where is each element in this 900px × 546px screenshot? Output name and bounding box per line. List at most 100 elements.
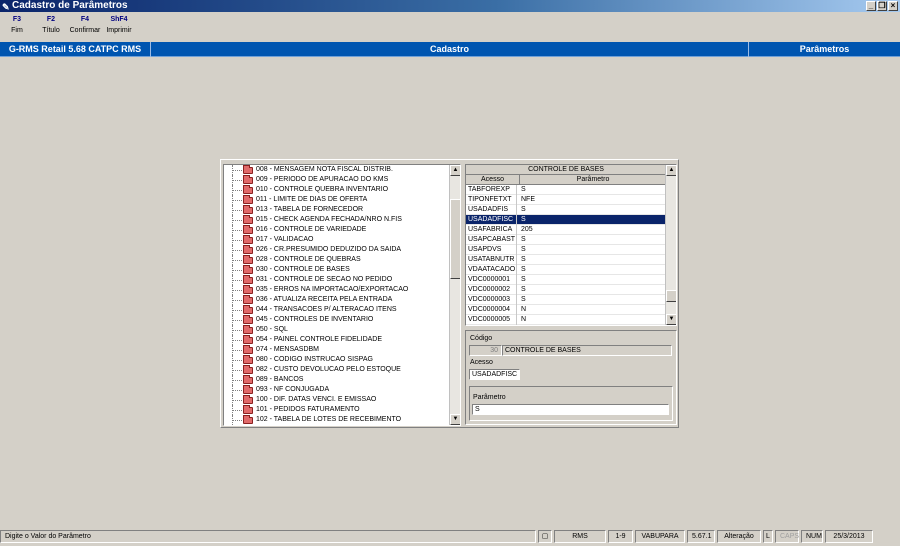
parametro-field[interactable]: S [472,404,669,415]
grid-row[interactable]: VDC0000001 S [466,275,666,285]
minimize-button[interactable]: _ [866,1,876,11]
tree-item[interactable]: 100 - DIF. DATAS VENCI. E EMISSAO [224,395,450,405]
tree-item[interactable]: 017 - VALIDACAO [224,235,450,245]
grid-cell-acesso: USAFABRICA [466,225,517,235]
grid-cell-parametro: NFE [521,196,535,203]
status-mode: Alteração [717,530,761,543]
tree-item-label: 031 - CONTROLE DE SECAO NO PEDIDO [256,276,393,283]
window-title: Cadastro de Parâmetros [12,0,128,11]
grid-row[interactable]: VDC0000005 N [466,315,666,325]
grid-scroll-up-button[interactable]: ▲ [666,165,676,176]
tree-item-label: 100 - DIF. DATAS VENCI. E EMISSAO [256,396,377,403]
tree-item-label: 030 - CONTROLE DE BASES [256,266,350,273]
grid-cell-parametro: N [521,316,527,323]
tree-item-label: 093 - NF CONJUGADA [256,386,330,393]
tree-item[interactable]: 080 - CODIGO INSTRUCAO SISPAG [224,355,450,365]
tree-item[interactable]: 011 - LIMITE DE DIAS DE OFERTA [224,195,450,205]
tree-item[interactable]: 093 - NF CONJUGADA [224,385,450,395]
grid-col-acesso[interactable]: Acesso [466,175,520,184]
tree-item[interactable]: 054 - PAINEL CONTROLE FIDELIDADE [224,335,450,345]
grid-col-parametro[interactable]: Parâmetro [520,175,666,184]
tree-item[interactable]: 102 - TABELA DE LOTES DE RECEBIMENTO [224,415,450,425]
confirmar-button[interactable]: F4 Confirmar [68,13,102,41]
tree-item[interactable]: 009 - PERIODO DE APURACAO DO KMS [224,175,450,185]
grid-scroll-down-button[interactable]: ▼ [666,314,676,325]
grid-cell-parametro: S [521,206,526,213]
tree-item[interactable]: 044 - TRANSACOES P/ ALTERACAO ITENS [224,305,450,315]
grid-header: Acesso Parâmetro [466,175,666,185]
grid-scrollbar[interactable]: ▲ ▼ [665,165,676,325]
grid-cell-parametro: S [521,236,526,243]
tree-item-label: 010 - CONTROLE QUEBRA INVENTARIO [256,186,389,193]
header-screen: Parâmetros [799,44,850,54]
tree-scrollbar[interactable]: ▲ ▼ [449,165,460,425]
grid-row[interactable]: TIPONFETXT NFE [466,195,666,205]
tree-item-label: 009 - PERIODO DE APURACAO DO KMS [256,176,389,183]
tree-item[interactable]: 016 - CONTROLE DE VARIEDADE [224,225,450,235]
fim-button[interactable]: F3 Fim [0,13,34,41]
grid-cell-acesso: VDC0000005 [466,315,517,325]
folder-icon [243,335,253,344]
tree-item[interactable]: 030 - CONTROLE DE BASES [224,265,450,275]
tree-item[interactable]: 036 - ATUALIZA RECEITA PELA ENTRADA [224,295,450,305]
tree-item[interactable]: 050 - SQL [224,325,450,335]
tree-item[interactable]: 028 - CONTROLE DE QUEBRAS [224,255,450,265]
codigo-description: CONTROLE DE BASES [502,345,672,356]
grid-row[interactable]: TABFOREXP S [466,185,666,195]
grid-row[interactable]: USADADFISC S [466,215,666,225]
parameters-grid[interactable]: CONTROLE DE BASES Acesso Parâmetro TABFO… [465,164,677,326]
tree-item[interactable]: 010 - CONTROLE QUEBRA INVENTARIO [224,185,450,195]
tree-item-label: 082 - CUSTO DEVOLUCAO PELO ESTOQUE [256,366,401,373]
tree-item[interactable]: 045 - CONTROLES DE INVENTARIO [224,315,450,325]
tree-item[interactable]: 074 - MENSASDBM [224,345,450,355]
tree-scroll-down-button[interactable]: ▼ [450,414,460,425]
folder-icon [243,375,253,384]
titulo-label: Título [42,27,60,34]
imprimir-button[interactable]: ShF4 Imprimir [102,13,136,41]
grid-row[interactable]: USAPDVS S [466,245,666,255]
tree-item[interactable]: 101 - PEDIDOS FATURAMENTO [224,405,450,415]
tree-item-label: 102 - TABELA DE LOTES DE RECEBIMENTO [256,416,402,423]
tree-item[interactable]: 013 - TABELA DE FORNECEDOR [224,205,450,215]
tree-item[interactable]: 082 - CUSTO DEVOLUCAO PELO ESTOQUE [224,365,450,375]
grid-cell-acesso: USATABNUTR [466,255,517,265]
grid-row[interactable]: USAFABRICA 205 [466,225,666,235]
tree-list: 008 - MENSAGEM NOTA FISCAL DISTRIB. 009 -… [224,165,450,425]
parameters-panel: 008 - MENSAGEM NOTA FISCAL DISTRIB. 009 -… [220,159,679,428]
tree-item[interactable]: 026 - CR.PRESUMIDO DEDUZIDO DA SAIDA [224,245,450,255]
tree-item[interactable]: 035 - ERROS NA IMPORTACAO/EXPORTACAO [224,285,450,295]
grid-scroll-thumb[interactable] [666,290,676,302]
clipboard-icon[interactable]: ▢ [538,530,552,543]
grid-row[interactable]: USAPCABAST S [466,235,666,245]
folder-icon [243,405,253,414]
folder-icon [243,255,253,264]
folder-icon [243,355,253,364]
grid-row[interactable]: VDC0000003 S [466,295,666,305]
grid-cell-acesso: TIPONFETXT [466,195,517,205]
grid-row[interactable]: USADADFIS S [466,205,666,215]
grid-row[interactable]: VDAATACADO S [466,265,666,275]
function-key-toolbar: F3 Fim F2 Título F4 Confirmar ShF4 Impri… [0,13,900,41]
tree-item[interactable]: 015 - CHECK AGENDA FECHADA/NRO N.FIS [224,215,450,225]
grid-body: TABFOREXP S TIPONFETXT NFE USADADFIS S USADADF… [466,185,666,325]
status-user: VABUPARA [635,530,685,543]
restore-button[interactable]: ❐ [877,1,887,11]
tree-item[interactable]: 031 - CONTROLE DE SECAO NO PEDIDO [224,275,450,285]
tree-scroll-up-button[interactable]: ▲ [450,165,460,176]
tree-item-label: 008 - MENSAGEM NOTA FISCAL DISTRIB. [256,166,393,173]
tree-scroll-thumb[interactable] [450,199,460,279]
close-button[interactable]: × [888,1,898,11]
tree-item[interactable]: 089 - BANCOS [224,375,450,385]
tree-item[interactable]: 008 - MENSAGEM NOTA FISCAL DISTRIB. [224,165,450,175]
parameter-tree[interactable]: 008 - MENSAGEM NOTA FISCAL DISTRIB. 009 -… [223,164,461,426]
folder-icon [243,225,253,234]
grid-row[interactable]: VDC0000002 S [466,285,666,295]
folder-icon [243,415,253,424]
grid-row[interactable]: VDC0000004 N [466,305,666,315]
tree-item-label: 050 - SQL [256,326,288,333]
grid-cell-parametro: S [521,246,526,253]
grid-row[interactable]: USATABNUTR S [466,255,666,265]
grid-cell-parametro: S [521,266,526,273]
acesso-field[interactable]: USADADFISC [469,369,520,380]
titulo-button[interactable]: F2 Título [34,13,68,41]
